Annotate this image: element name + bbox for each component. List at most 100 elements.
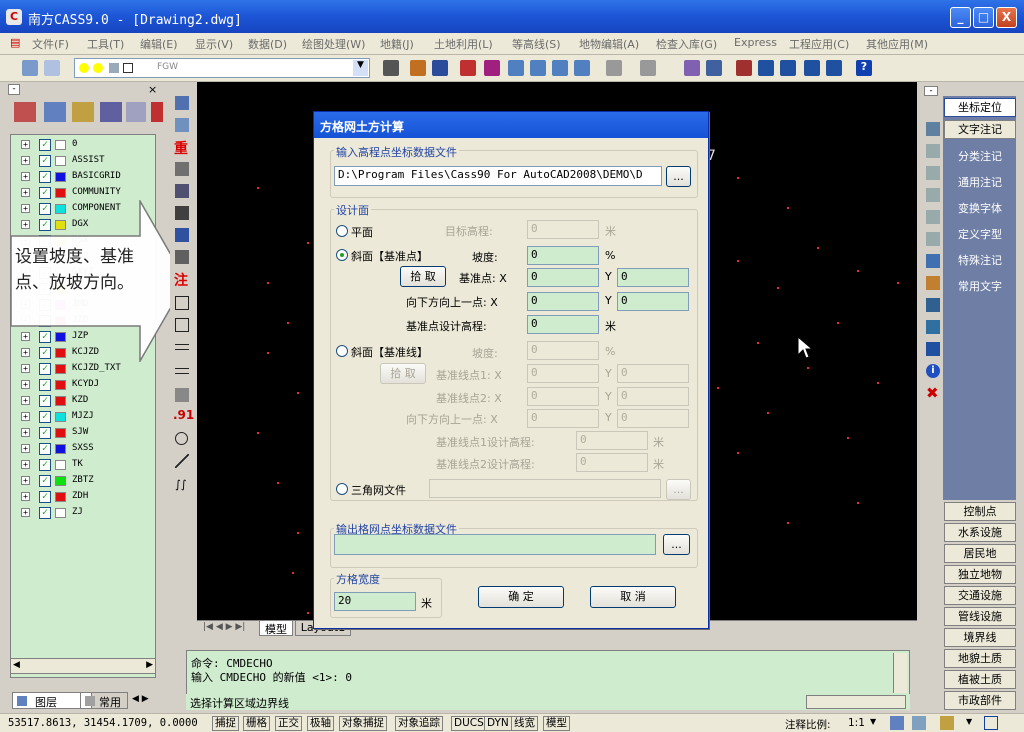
properties-icon[interactable] <box>684 60 700 76</box>
category-button[interactable]: 市政部件 <box>944 691 1016 710</box>
tool4-icon[interactable] <box>175 162 189 176</box>
expand-icon[interactable]: + <box>21 412 30 421</box>
layer-color-swatch[interactable] <box>55 476 66 486</box>
layer-visible-checkbox[interactable]: ✓ <box>39 187 51 199</box>
base-y-input[interactable]: 0 <box>617 268 689 287</box>
undo-icon[interactable] <box>606 60 622 76</box>
layer-row[interactable]: + ✓ 0 <box>11 137 151 153</box>
category-button[interactable]: 地貌土质 <box>944 649 1016 668</box>
polyline-icon[interactable] <box>826 60 842 76</box>
layer-visible-checkbox[interactable]: ✓ <box>39 443 51 455</box>
ok-button[interactable]: 确 定 <box>478 586 564 608</box>
rtool2-icon[interactable] <box>926 144 940 158</box>
scale-dropdown-icon[interactable]: ▼ <box>870 717 876 726</box>
layer-new-icon[interactable] <box>14 102 36 122</box>
layer-color-swatch[interactable] <box>55 492 66 502</box>
layer-color-swatch[interactable] <box>55 172 66 182</box>
minimize-button[interactable]: _ <box>950 7 971 28</box>
menu-draw[interactable]: 绘图处理(W) <box>302 36 365 52</box>
expand-icon[interactable]: + <box>21 428 30 437</box>
collapse-icon[interactable]: - <box>8 84 20 95</box>
expand-icon[interactable]: + <box>21 188 30 197</box>
layer-row[interactable]: + ✓ ZDH <box>11 489 151 505</box>
annotate-icon[interactable]: 注 <box>174 270 188 290</box>
menu-feature-edit[interactable]: 地物编辑(A) <box>579 36 639 52</box>
slope-point-radio[interactable] <box>336 249 348 261</box>
grid-icon[interactable] <box>706 60 722 76</box>
clean-screen-icon[interactable] <box>984 716 998 730</box>
layer-visible-checkbox[interactable]: ✓ <box>39 507 51 519</box>
menu-edit[interactable]: 编辑(E) <box>140 36 178 52</box>
rtool11-icon[interactable] <box>926 342 940 356</box>
expand-icon[interactable]: + <box>21 140 30 149</box>
rtool9-icon[interactable] <box>926 298 940 312</box>
rtool1-icon[interactable] <box>926 122 940 136</box>
lineweight-icon[interactable] <box>383 60 399 76</box>
elevation-icon[interactable]: .91 <box>173 408 194 422</box>
line-icon[interactable] <box>175 454 189 468</box>
grid-width-input[interactable]: 20 <box>334 592 416 611</box>
tin-file-radio[interactable] <box>336 483 348 495</box>
layer-visible-checkbox[interactable]: ✓ <box>39 395 51 407</box>
layer-row[interactable]: + ✓ ASSIST <box>11 153 151 169</box>
layer-visible-checkbox[interactable]: ✓ <box>39 379 51 391</box>
menu-data[interactable]: 数据(D) <box>248 36 287 52</box>
line-p2-x-input[interactable]: 0 <box>527 387 599 406</box>
zoom-window-icon[interactable] <box>552 60 568 76</box>
expand-icon[interactable]: + <box>21 364 30 373</box>
layer-manager-icon[interactable] <box>22 60 38 76</box>
layer-row[interactable]: + ✓ KCJZD_TXT <box>11 361 151 377</box>
tab-scroll-icon[interactable]: ◀ ▶ <box>132 694 149 704</box>
category-button[interactable]: 水系设施 <box>944 523 1016 542</box>
category-button[interactable]: 交通设施 <box>944 586 1016 605</box>
tool1-icon[interactable] <box>175 96 189 110</box>
right-top-button[interactable]: 坐标定位 <box>944 98 1016 117</box>
right-top-button[interactable]: 文字注记 <box>944 120 1016 139</box>
panel-close-icon[interactable]: × <box>148 83 157 96</box>
zoom-extent-icon[interactable] <box>574 60 590 76</box>
input-file-path[interactable]: D:\Program Files\Cass90 For AutoCAD2008\… <box>334 166 662 186</box>
category-button[interactable]: 居民地 <box>944 544 1016 563</box>
draw-icon[interactable] <box>736 60 752 76</box>
menu-contour[interactable]: 等高线(S) <box>512 36 561 52</box>
category-button[interactable]: 植被土质 <box>944 670 1016 689</box>
annotation-scale-value[interactable]: 1:1 <box>848 717 865 729</box>
pencil-icon[interactable] <box>460 60 476 76</box>
category-button[interactable]: 控制点 <box>944 502 1016 521</box>
otrack-toggle[interactable]: 对象追踪 <box>395 716 443 731</box>
rtool10-icon[interactable] <box>926 320 940 334</box>
layer-row[interactable]: + ✓ ZBTZ <box>11 473 151 489</box>
tool7-icon[interactable] <box>175 228 189 242</box>
repeat-icon[interactable]: 重 <box>174 138 188 158</box>
zoom-out-icon[interactable] <box>530 60 546 76</box>
polar-toggle[interactable]: 极轴 <box>307 716 334 731</box>
output-file-input[interactable] <box>334 534 656 555</box>
cancel-button[interactable]: 取 消 <box>590 586 676 608</box>
line-p2-elev-input[interactable]: 0 <box>576 453 648 472</box>
tool6-icon[interactable] <box>175 206 189 220</box>
close-button[interactable]: X <box>996 7 1017 28</box>
grid-toggle[interactable]: 栅格 <box>243 716 270 731</box>
info-icon[interactable]: i <box>926 364 940 378</box>
menu-other[interactable]: 其他应用(M) <box>866 36 928 52</box>
doc-icon[interactable]: ▤ <box>10 36 20 49</box>
line-p1-elev-input[interactable]: 0 <box>576 431 648 450</box>
command-scrollbar[interactable] <box>893 653 907 693</box>
model-toggle[interactable]: 模型 <box>543 716 570 731</box>
menu-landuse[interactable]: 土地利用(L) <box>434 36 493 52</box>
line-slope-input[interactable]: 0 <box>527 341 599 360</box>
edit-icon[interactable] <box>484 60 500 76</box>
downhill-x-input[interactable]: 0 <box>527 292 599 311</box>
expand-icon[interactable]: + <box>21 476 30 485</box>
tin-file-input[interactable] <box>429 479 661 498</box>
layer-visible-checkbox[interactable]: ✓ <box>39 427 51 439</box>
downhill-y-input[interactable]: 0 <box>617 292 689 311</box>
auto-scale-icon[interactable] <box>912 716 926 730</box>
expand-icon[interactable]: + <box>21 172 30 181</box>
layer-visible-checkbox[interactable]: ✓ <box>39 363 51 375</box>
layer-visible-checkbox[interactable]: ✓ <box>39 139 51 151</box>
tool2-icon[interactable] <box>175 118 189 132</box>
menu-check[interactable]: 检查入库(G) <box>656 36 717 52</box>
snap-toggle[interactable]: 捕捉 <box>212 716 239 731</box>
layer-row[interactable]: + ✓ SJW <box>11 425 151 441</box>
